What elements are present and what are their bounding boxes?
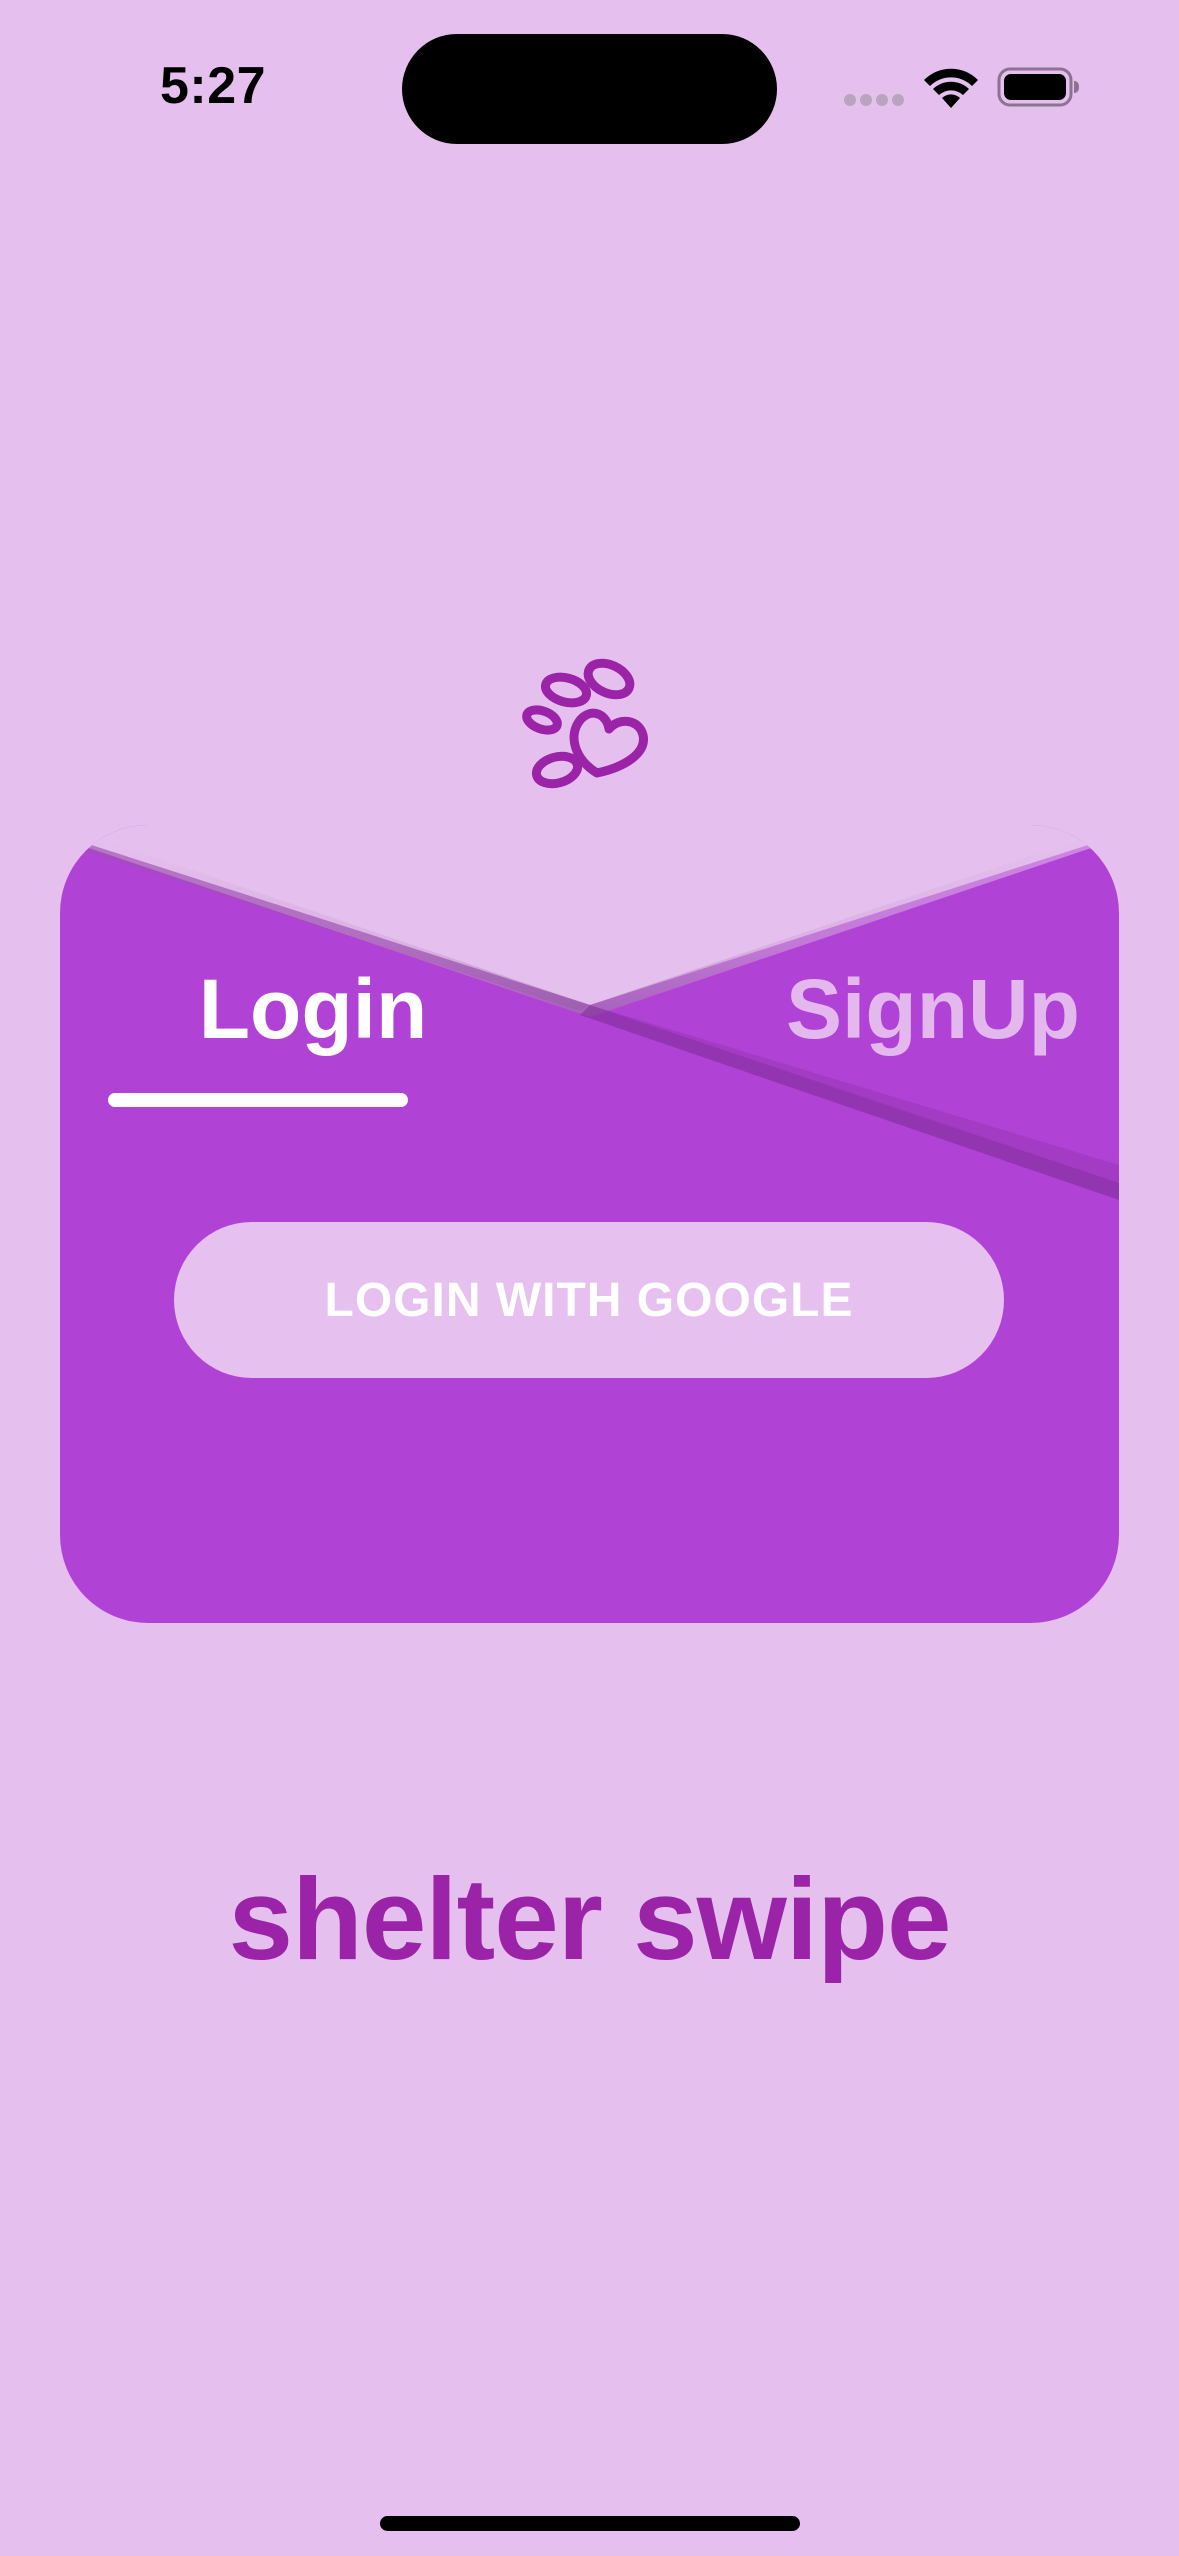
login-with-google-button[interactable]: LOGIN WITH GOOGLE	[174, 1222, 1004, 1378]
dynamic-island	[402, 34, 777, 144]
tab-signup[interactable]: SignUp	[750, 967, 1080, 1051]
cellular-signal-icon	[844, 94, 904, 106]
battery-icon	[997, 67, 1079, 107]
wifi-icon	[924, 68, 978, 108]
tab-login[interactable]: Login	[148, 967, 478, 1051]
home-indicator[interactable]	[380, 2516, 800, 2531]
auth-card: Login SignUp LOGIN WITH GOOGLE	[60, 825, 1119, 1623]
status-time: 5:27	[160, 57, 267, 115]
paw-heart-icon	[522, 658, 648, 789]
brand-name: shelter swipe	[228, 1854, 952, 1984]
active-tab-indicator	[108, 1093, 408, 1107]
